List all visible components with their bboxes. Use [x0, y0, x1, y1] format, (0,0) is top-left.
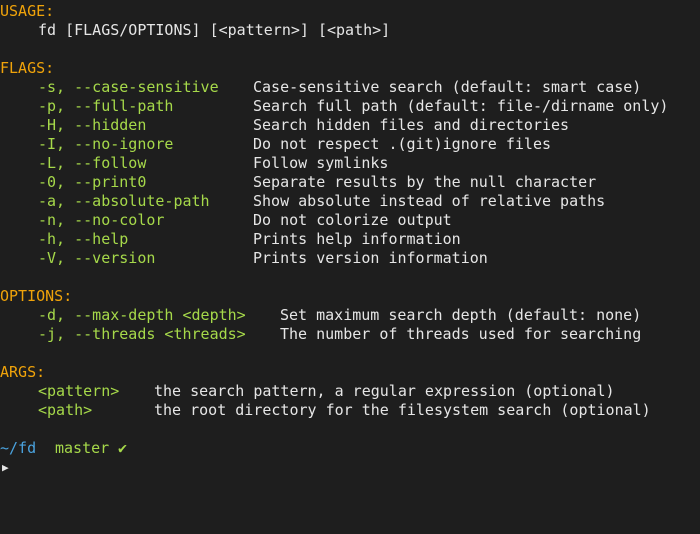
flag-row: -H, --hidden Search hidden files and dir…: [0, 116, 700, 135]
flag-description: Prints version information: [253, 249, 488, 267]
option-description: Set maximum search depth (default: none): [280, 306, 642, 324]
flag-description: Case-sensitive search (default: smart ca…: [253, 78, 642, 96]
flag-description: Do not respect .(git)ignore files: [253, 135, 552, 153]
shell-prompt-line: ~/fd master ✔: [0, 439, 700, 458]
option-row: -d, --max-depth <depth> Set maximum sear…: [0, 306, 700, 325]
option-row: -j, --threads <threads> The number of th…: [0, 325, 700, 344]
flag-row: -0, --print0 Separate results by the nul…: [0, 173, 700, 192]
flags-header: FLAGS:: [0, 59, 55, 77]
flag-name: -s, --case-sensitive: [38, 78, 219, 96]
terminal-window[interactable]: USAGE: fd [FLAGS/OPTIONS] [<pattern>] [<…: [0, 0, 700, 482]
flag-name: -n, --no-color: [38, 211, 165, 229]
arg-name: <pattern>: [38, 382, 120, 400]
flag-row: -I, --no-ignore Do not respect .(git)ign…: [0, 135, 700, 154]
flag-description: Prints help information: [253, 230, 461, 248]
git-branch: master: [55, 439, 110, 457]
flag-name: -0, --print0: [38, 173, 147, 191]
flag-row: -n, --no-color Do not colorize output: [0, 211, 700, 230]
flag-description: Follow symlinks: [253, 154, 389, 172]
flag-row: -p, --full-path Search full path (defaul…: [0, 97, 700, 116]
current-directory: ~/fd: [0, 439, 37, 457]
flag-row: -a, --absolute-path Show absolute instea…: [0, 192, 700, 211]
flag-name: -L, --follow: [38, 154, 147, 172]
option-description: The number of threads used for searching: [280, 325, 642, 343]
checkmark-icon: ✔: [118, 439, 128, 457]
arg-description: the search pattern, a regular expression…: [154, 382, 615, 400]
flag-description: Separate results by the null character: [253, 173, 597, 191]
flag-description: Search hidden files and directories: [253, 116, 570, 134]
flag-name: -I, --no-ignore: [38, 135, 174, 153]
flag-name: -V, --version: [38, 249, 156, 267]
flag-row: -V, --version Prints version information: [0, 249, 700, 268]
option-name: -d, --max-depth <depth>: [38, 306, 246, 324]
usage-line: fd [FLAGS/OPTIONS] [<pattern>] [<path>]: [38, 21, 391, 39]
flag-row: -L, --follow Follow symlinks: [0, 154, 700, 173]
flag-name: -a, --absolute-path: [38, 192, 210, 210]
flag-description: Search full path (default: file-/dirname…: [253, 97, 669, 115]
arg-row: <pattern> the search pattern, a regular …: [0, 382, 700, 401]
arg-row: <path> the root directory for the filesy…: [0, 401, 700, 420]
args-header: ARGS:: [0, 363, 46, 381]
flag-name: -H, --hidden: [38, 116, 147, 134]
flag-name: -p, --full-path: [38, 97, 174, 115]
option-name: -j, --threads <threads>: [38, 325, 246, 343]
flag-row: -h, --help Prints help information: [0, 230, 700, 249]
usage-header: USAGE:: [0, 2, 55, 20]
prompt-cursor-icon[interactable]: ▶: [2, 458, 9, 477]
flag-name: -h, --help: [38, 230, 129, 248]
flag-description: Do not colorize output: [253, 211, 452, 229]
options-header: OPTIONS:: [0, 287, 73, 305]
arg-description: the root directory for the filesystem se…: [154, 401, 651, 419]
flag-row: -s, --case-sensitive Case-sensitive sear…: [0, 78, 700, 97]
flag-description: Show absolute instead of relative paths: [253, 192, 606, 210]
arg-name: <path>: [38, 401, 93, 419]
